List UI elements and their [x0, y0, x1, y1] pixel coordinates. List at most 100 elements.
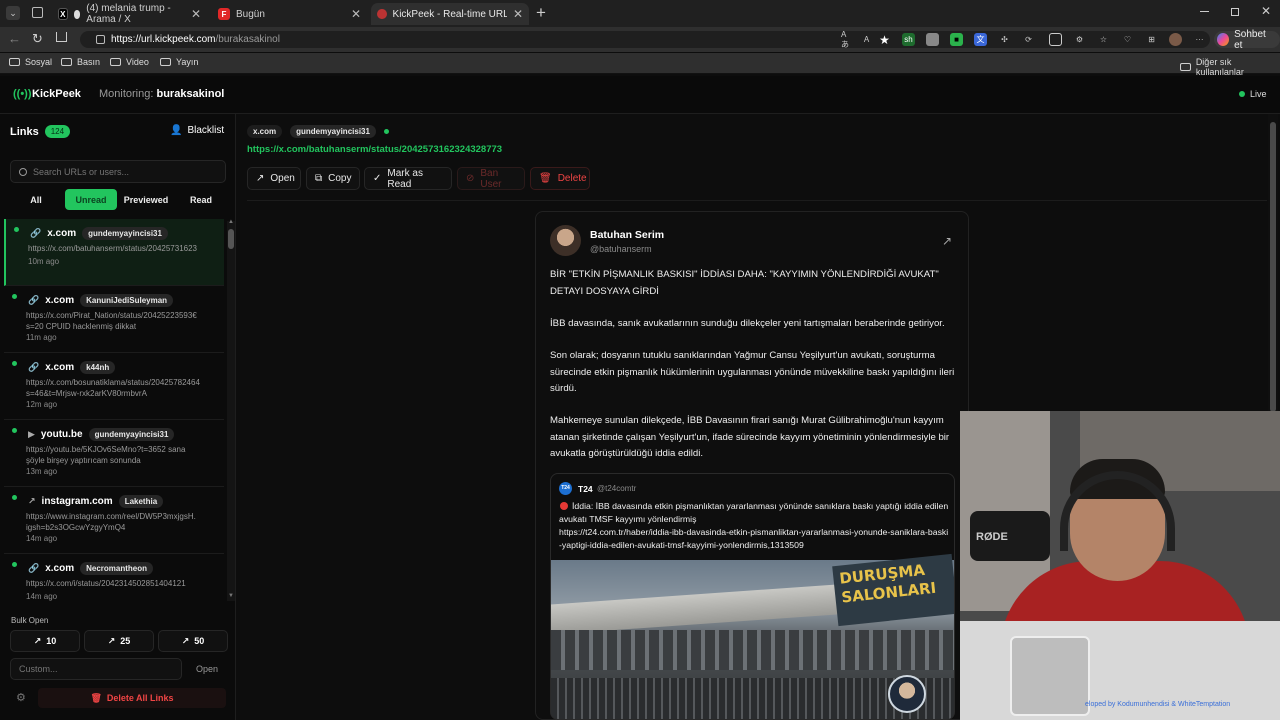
mark-read-label: Mark as Read: [387, 167, 423, 190]
tab-label: (4) melania trump - Arama / X: [86, 3, 171, 25]
external-link-icon: ↗: [256, 173, 265, 184]
bookmark-video[interactable]: Video: [110, 57, 149, 67]
translate-icon[interactable]: 文: [974, 33, 987, 46]
link-item[interactable]: ▶ youtu.be gundemyayincisi31 https://youtu.…: [4, 420, 224, 487]
external-link-icon: ↗: [181, 635, 190, 646]
scroll-down-arrow-icon[interactable]: ▼: [228, 593, 234, 599]
main-scrollbar-thumb[interactable]: [1270, 122, 1276, 412]
back-icon[interactable]: ←: [8, 31, 21, 46]
bulk-open-10[interactable]: ↗ 10: [10, 630, 80, 652]
filter-previewed[interactable]: Previewed: [122, 189, 170, 210]
copy-button[interactable]: ⧉ Copy: [306, 167, 360, 190]
quote-link[interactable]: https://t24.com.tr/haber/iddia-ibb-davas…: [559, 526, 949, 551]
app-logo[interactable]: KickPeek: [32, 88, 81, 100]
delete-all-links-button[interactable]: 🗑 Delete All Links: [38, 688, 226, 708]
more-menu-icon[interactable]: ···: [1193, 33, 1206, 46]
immersive-reader-icon[interactable]: A: [860, 33, 873, 46]
refresh-extension-icon[interactable]: ⟳: [1022, 33, 1035, 46]
app-header: ((•)) KickPeek Monitoring: buraksakinol …: [0, 76, 1280, 114]
close-tab-icon[interactable]: ✕: [351, 7, 361, 21]
ban-user-button[interactable]: ⊘ Ban User: [457, 167, 525, 190]
scroll-up-arrow-icon[interactable]: ▲: [228, 219, 234, 225]
links-list[interactable]: ▲ ▼ 🔗 x.com gundemyayincisi31 https://x.com…: [0, 219, 236, 604]
favorites-icon[interactable]: ☆: [1097, 33, 1110, 46]
filter-all[interactable]: All: [16, 189, 56, 210]
link-item[interactable]: 🔗 x.com gundemyayincisi31 https://x.com/bat…: [4, 219, 224, 286]
folder-icon: [61, 58, 72, 66]
filter-unread[interactable]: Unread: [65, 189, 117, 210]
close-tab-icon[interactable]: ✕: [191, 7, 201, 21]
profile-avatar[interactable]: [1169, 33, 1182, 46]
author-name[interactable]: Batuhan Serim: [590, 229, 664, 241]
link-url: https://x.com/Pirat_Nation/status/204252…: [26, 311, 197, 331]
news-image[interactable]: DURUŞMA SALONLARI: [551, 553, 954, 719]
sidebar: Links 124 👤 Blacklist All Unread Preview…: [0, 114, 236, 720]
custom-count-input[interactable]: [10, 658, 182, 680]
extension-sh-icon[interactable]: sh: [902, 33, 915, 46]
extension-puzzle-icon[interactable]: ✣: [998, 33, 1011, 46]
unread-dot-icon: [12, 562, 17, 567]
workspaces-icon[interactable]: [32, 7, 43, 18]
filter-read[interactable]: Read: [184, 189, 218, 210]
read-aloud-icon[interactable]: Aあ: [841, 30, 854, 49]
extensions-icon[interactable]: ⚙: [1073, 33, 1086, 46]
search-input[interactable]: [33, 166, 213, 177]
new-tab-icon[interactable]: +: [536, 3, 546, 23]
link-item[interactable]: 🔗 x.com KanuniJediSuleyman https://x.com/Pi…: [4, 286, 224, 353]
detail-url-link[interactable]: https://x.com/batuhanserm/status/2042573…: [247, 144, 502, 155]
bookmark-yayin[interactable]: Yayın: [160, 57, 198, 67]
collections-icon[interactable]: ⊞: [1145, 33, 1158, 46]
check-icon: ✓: [373, 173, 382, 184]
extension-green-icon[interactable]: ■: [950, 33, 963, 46]
tab-actions-icon[interactable]: ⌄: [6, 6, 20, 20]
detail-header: x.com gundemyayincisi31: [247, 125, 389, 138]
open-external-icon[interactable]: ↗: [942, 234, 952, 248]
tab-x-search[interactable]: X (4) melania trump - Arama / X ✕: [52, 3, 207, 25]
user-block-icon: 👤: [170, 125, 183, 136]
link-item[interactable]: 🔗 x.com k44nh https://x.com/bosunatiklama/s…: [4, 353, 224, 420]
extension-grey-icon[interactable]: [926, 33, 939, 46]
minimize-icon[interactable]: [1200, 11, 1209, 12]
refresh-icon[interactable]: ↻: [32, 31, 43, 47]
author-handle[interactable]: @batuhanserm: [590, 244, 652, 254]
link-time: 10m ago: [28, 257, 60, 266]
link-domain: x.com: [47, 228, 77, 239]
link-time: 14m ago: [26, 592, 58, 601]
link-user-badge: Necromantheon: [80, 562, 154, 575]
monitoring-label: Monitoring:: [99, 88, 154, 100]
scrollbar-thumb[interactable]: [228, 229, 234, 249]
link-item[interactable]: ↗ instagram.com Lakethia https://www.instag…: [4, 487, 224, 554]
scrollbar-track[interactable]: [227, 221, 235, 601]
blacklist-button[interactable]: 👤 Blacklist: [170, 125, 224, 136]
bookmark-basin[interactable]: Basın: [61, 57, 100, 67]
bookmark-label: Sosyal: [25, 57, 53, 67]
bookmark-sosyal[interactable]: Sosyal: [9, 57, 52, 67]
search-box[interactable]: [10, 160, 226, 183]
bulk-open-50[interactable]: ↗ 50: [158, 630, 228, 652]
maximize-icon[interactable]: [1231, 8, 1239, 16]
tab-label: Bugün: [236, 8, 265, 20]
settings-icon[interactable]: ⚙: [16, 691, 26, 704]
tab-kickpeek[interactable]: KickPeek - Real-time URL Crawler ✕: [371, 3, 529, 25]
favorite-star-icon[interactable]: ★: [878, 33, 891, 47]
delete-all-label: Delete All Links: [106, 693, 174, 703]
link-item[interactable]: 🔗 x.com Necromantheon https://x.com/i/statu…: [4, 554, 224, 604]
tab-bugun[interactable]: F Bugün ✕: [212, 3, 367, 25]
x-favicon-icon: X: [58, 8, 68, 20]
mark-as-read-button[interactable]: ✓ Mark as Read: [364, 167, 452, 190]
url-input[interactable]: https://url.kickpeek.com/burakasakinol: [80, 31, 1210, 48]
site-info-icon[interactable]: [96, 35, 105, 44]
browser-essentials-icon[interactable]: ♡: [1121, 33, 1134, 46]
delete-button[interactable]: 🗑 Delete: [530, 167, 590, 190]
split-screen-icon[interactable]: [1049, 33, 1062, 46]
copilot-button[interactable]: Sohbet et: [1214, 29, 1280, 51]
close-tab-icon[interactable]: ✕: [513, 7, 523, 21]
close-window-icon[interactable]: ✕: [1261, 4, 1271, 18]
quoted-tweet[interactable]: T24 T24 @t24comtr İddia: İBB davasında e…: [550, 473, 955, 720]
home-icon[interactable]: [56, 32, 67, 42]
open-button[interactable]: ↗ Open: [247, 167, 301, 190]
link-time: 14m ago: [26, 534, 58, 543]
bulk-open-25[interactable]: ↗ 25: [84, 630, 154, 652]
other-bookmarks[interactable]: Diğer sık kullanılanlar: [1180, 57, 1280, 77]
custom-open-button[interactable]: Open: [188, 658, 226, 680]
